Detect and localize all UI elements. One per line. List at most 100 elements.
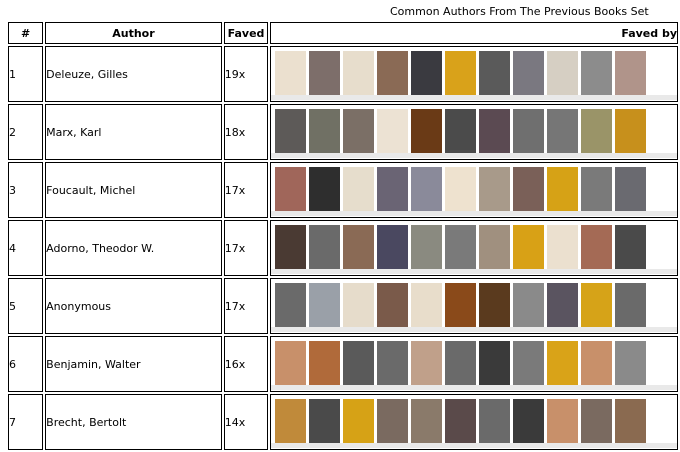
user-avatar-thumbnail[interactable] [479, 398, 511, 443]
user-avatar-thumbnail[interactable] [615, 166, 647, 211]
thumbnail-strip [271, 50, 677, 100]
faved-count: 19x [223, 46, 269, 102]
user-avatar-thumbnail[interactable] [547, 224, 579, 269]
user-avatar-thumbnail[interactable] [479, 340, 511, 385]
user-avatar-thumbnail[interactable] [411, 166, 443, 211]
faved-count: 17x [223, 162, 269, 218]
user-avatar-thumbnail[interactable] [343, 108, 375, 153]
user-avatar-thumbnail[interactable] [581, 108, 613, 153]
user-avatar-thumbnail[interactable] [275, 108, 307, 153]
author-name[interactable]: Brecht, Bertolt [45, 394, 222, 450]
user-avatar-thumbnail[interactable] [581, 50, 613, 95]
user-avatar-thumbnail[interactable] [275, 282, 307, 327]
user-avatar-thumbnail[interactable] [581, 398, 613, 443]
user-avatar-thumbnail[interactable] [377, 282, 409, 327]
user-avatar-thumbnail[interactable] [547, 340, 579, 385]
user-avatar-thumbnail[interactable] [309, 282, 341, 327]
user-avatar-thumbnail[interactable] [377, 166, 409, 211]
author-name[interactable]: Marx, Karl [45, 104, 222, 160]
user-avatar-thumbnail[interactable] [343, 224, 375, 269]
user-avatar-thumbnail[interactable] [581, 224, 613, 269]
user-avatar-thumbnail[interactable] [479, 282, 511, 327]
user-avatar-thumbnail[interactable] [275, 398, 307, 443]
faved-count: 17x [223, 278, 269, 334]
user-avatar-thumbnail[interactable] [275, 340, 307, 385]
thumbnail-strip [271, 166, 677, 216]
user-avatar-thumbnail[interactable] [615, 282, 647, 327]
user-avatar-thumbnail[interactable] [309, 398, 341, 443]
user-avatar-thumbnail[interactable] [513, 108, 545, 153]
user-avatar-thumbnail[interactable] [513, 398, 545, 443]
user-avatar-thumbnail[interactable] [513, 166, 545, 211]
user-avatar-thumbnail[interactable] [343, 282, 375, 327]
user-avatar-thumbnail[interactable] [343, 50, 375, 95]
user-avatar-thumbnail[interactable] [309, 340, 341, 385]
user-avatar-thumbnail[interactable] [275, 166, 307, 211]
user-avatar-thumbnail[interactable] [547, 398, 579, 443]
user-avatar-thumbnail[interactable] [479, 108, 511, 153]
user-avatar-thumbnail[interactable] [275, 224, 307, 269]
user-avatar-thumbnail[interactable] [547, 166, 579, 211]
user-avatar-thumbnail[interactable] [615, 50, 647, 95]
user-avatar-thumbnail[interactable] [411, 398, 443, 443]
faved-by-thumbnails [270, 336, 678, 392]
user-avatar-thumbnail[interactable] [547, 108, 579, 153]
author-name[interactable]: Foucault, Michel [45, 162, 222, 218]
row-number: 7 [8, 394, 44, 450]
user-avatar-thumbnail[interactable] [615, 398, 647, 443]
user-avatar-thumbnail[interactable] [513, 282, 545, 327]
user-avatar-thumbnail[interactable] [309, 50, 341, 95]
user-avatar-thumbnail[interactable] [547, 282, 579, 327]
table-caption: Common Authors From The Previous Books S… [390, 5, 649, 18]
user-avatar-thumbnail[interactable] [581, 282, 613, 327]
user-avatar-thumbnail[interactable] [479, 50, 511, 95]
user-avatar-thumbnail[interactable] [343, 166, 375, 211]
author-name[interactable]: Adorno, Theodor W. [45, 220, 222, 276]
user-avatar-thumbnail[interactable] [275, 50, 307, 95]
user-avatar-thumbnail[interactable] [513, 224, 545, 269]
faved-by-thumbnails [270, 162, 678, 218]
faved-count: 18x [223, 104, 269, 160]
user-avatar-thumbnail[interactable] [445, 166, 477, 211]
thumbnail-strip [271, 398, 677, 448]
user-avatar-thumbnail[interactable] [445, 224, 477, 269]
user-avatar-thumbnail[interactable] [309, 224, 341, 269]
user-avatar-thumbnail[interactable] [445, 282, 477, 327]
row-number: 3 [8, 162, 44, 218]
user-avatar-thumbnail[interactable] [309, 166, 341, 211]
user-avatar-thumbnail[interactable] [377, 50, 409, 95]
user-avatar-thumbnail[interactable] [479, 166, 511, 211]
user-avatar-thumbnail[interactable] [377, 398, 409, 443]
user-avatar-thumbnail[interactable] [411, 50, 443, 95]
user-avatar-thumbnail[interactable] [411, 282, 443, 327]
user-avatar-thumbnail[interactable] [445, 398, 477, 443]
user-avatar-thumbnail[interactable] [411, 224, 443, 269]
user-avatar-thumbnail[interactable] [445, 340, 477, 385]
row-number: 1 [8, 46, 44, 102]
user-avatar-thumbnail[interactable] [377, 108, 409, 153]
user-avatar-thumbnail[interactable] [309, 108, 341, 153]
faved-count: 14x [223, 394, 269, 450]
user-avatar-thumbnail[interactable] [547, 50, 579, 95]
user-avatar-thumbnail[interactable] [445, 50, 477, 95]
user-avatar-thumbnail[interactable] [343, 398, 375, 443]
user-avatar-thumbnail[interactable] [513, 340, 545, 385]
user-avatar-thumbnail[interactable] [377, 340, 409, 385]
user-avatar-thumbnail[interactable] [411, 108, 443, 153]
user-avatar-thumbnail[interactable] [377, 224, 409, 269]
user-avatar-thumbnail[interactable] [581, 340, 613, 385]
user-avatar-thumbnail[interactable] [445, 108, 477, 153]
user-avatar-thumbnail[interactable] [411, 340, 443, 385]
thumbnail-strip [271, 282, 677, 332]
user-avatar-thumbnail[interactable] [615, 108, 647, 153]
user-avatar-thumbnail[interactable] [615, 340, 647, 385]
author-name[interactable]: Anonymous [45, 278, 222, 334]
user-avatar-thumbnail[interactable] [343, 340, 375, 385]
user-avatar-thumbnail[interactable] [513, 50, 545, 95]
user-avatar-thumbnail[interactable] [581, 166, 613, 211]
row-number: 5 [8, 278, 44, 334]
user-avatar-thumbnail[interactable] [615, 224, 647, 269]
author-name[interactable]: Benjamin, Walter [45, 336, 222, 392]
user-avatar-thumbnail[interactable] [479, 224, 511, 269]
author-name[interactable]: Deleuze, Gilles [45, 46, 222, 102]
